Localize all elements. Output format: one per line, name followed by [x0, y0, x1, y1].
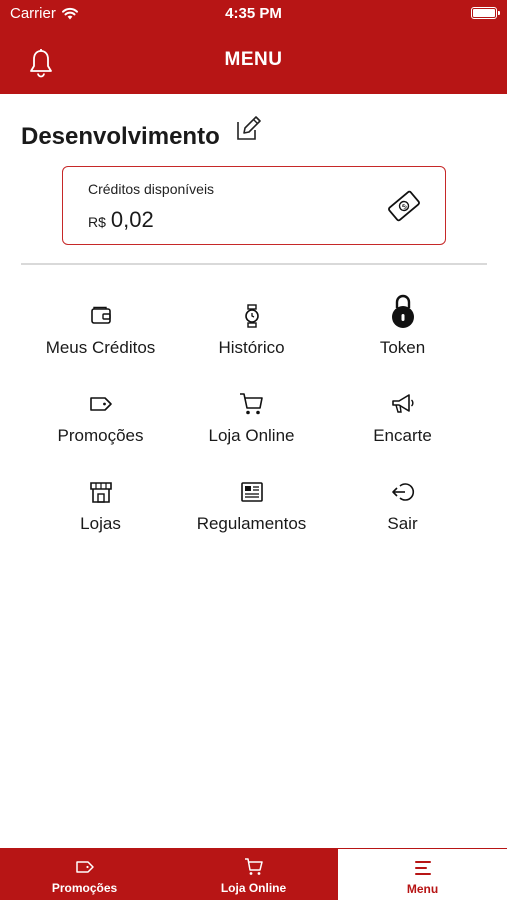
tab-menu[interactable]: Menu — [338, 848, 507, 900]
menu-item-encarte[interactable]: Encarte — [327, 383, 478, 471]
menu-label: Encarte — [373, 426, 432, 445]
menu-item-token[interactable]: Token — [327, 294, 478, 383]
tab-label: Promoções — [51, 881, 118, 895]
menu-label: Loja Online — [208, 426, 295, 445]
menu-item-meus-creditos[interactable]: Meus Créditos — [25, 295, 176, 383]
currency-symbol: R$ — [88, 214, 106, 230]
watch-icon — [244, 304, 259, 328]
credits-amount: 0,02 — [110, 207, 154, 232]
wallet-icon — [90, 306, 111, 324]
tab-loja-online[interactable]: Loja Online — [169, 848, 338, 900]
tab-bar: Promoções Loja Online Menu — [0, 848, 507, 900]
menu-item-regulamentos[interactable]: Regulamentos — [176, 471, 327, 559]
menu-label: Histórico — [218, 338, 285, 357]
cart-icon — [244, 858, 263, 875]
credits-balance: R$ 0,02 — [88, 207, 154, 233]
menu-label: Lojas — [80, 514, 121, 533]
page-title: MENU — [224, 49, 283, 70]
newspaper-icon — [240, 482, 263, 502]
money-icon: $ — [388, 190, 420, 222]
menu-label: Token — [379, 338, 426, 357]
menu-item-sair[interactable]: Sair — [327, 471, 478, 559]
user-row: Desenvolvimento — [21, 114, 263, 151]
menu-item-loja-online[interactable]: Loja Online — [176, 383, 327, 471]
menu-item-promocoes[interactable]: Promoções — [25, 383, 176, 471]
edit-icon[interactable] — [235, 114, 263, 142]
menu-grid: Meus Créditos Histórico Token Promoções — [25, 294, 478, 559]
menu-label: Promoções — [57, 426, 144, 445]
logout-icon — [391, 483, 414, 501]
credits-card[interactable]: Créditos disponíveis R$ 0,02 $ — [62, 166, 446, 245]
store-icon — [89, 482, 112, 503]
megaphone-icon — [391, 394, 413, 413]
tab-label: Loja Online — [220, 881, 287, 895]
divider — [21, 263, 487, 265]
credits-label: Créditos disponíveis — [88, 181, 215, 197]
nav-bar: MENU — [0, 40, 507, 84]
tab-label: Menu — [406, 882, 439, 896]
status-bar: Carrier 4:35 PM — [0, 0, 507, 28]
tag-icon — [89, 397, 112, 411]
menu-item-historico[interactable]: Histórico — [176, 295, 327, 383]
menu-item-lojas[interactable]: Lojas — [25, 471, 176, 559]
user-name: Desenvolvimento — [21, 123, 220, 150]
status-time: 4:35 PM — [225, 5, 282, 22]
menu-label: Sair — [387, 514, 418, 533]
menu-icon — [414, 861, 431, 875]
lock-icon — [391, 294, 414, 328]
tag-icon — [75, 861, 94, 873]
menu-label: Meus Créditos — [45, 338, 156, 357]
app-header: Carrier 4:35 PM MENU — [0, 0, 507, 94]
menu-label: Regulamentos — [196, 514, 307, 533]
battery-icon — [471, 7, 500, 19]
cart-icon — [239, 393, 263, 415]
tab-promocoes[interactable]: Promoções — [0, 848, 169, 900]
